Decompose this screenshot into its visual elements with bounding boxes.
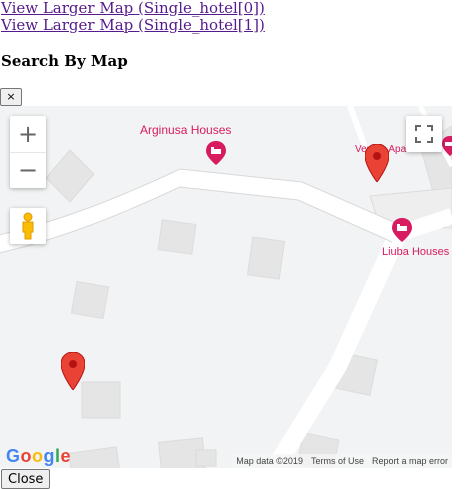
logo-letter: o (20, 446, 33, 466)
logo-letter: e (60, 446, 72, 466)
logo-letter: o (32, 446, 44, 466)
fullscreen-icon (415, 125, 433, 143)
poi-label-arginusa-houses[interactable]: Arginusa Houses (140, 123, 231, 137)
hotel-icon[interactable] (392, 218, 412, 242)
map-attribution: Map data ©2019 Terms of Use Report a map… (232, 454, 452, 468)
report-map-error-link[interactable]: Report a map error (372, 456, 448, 466)
google-map[interactable]: Arginusa Houses Vergos Apa Liuba Houses … (0, 106, 452, 468)
zoom-out-button[interactable]: − (10, 152, 46, 188)
hotel-icon[interactable] (442, 136, 452, 156)
google-logo[interactable]: Google (6, 446, 71, 467)
logo-letter: g (43, 446, 56, 466)
zoom-in-button[interactable]: + (10, 116, 46, 153)
hotel-icon[interactable] (206, 141, 226, 165)
map-marker-icon[interactable] (61, 352, 85, 390)
logo-letter: G (6, 446, 21, 466)
dismiss-button[interactable]: × (0, 88, 22, 106)
zoom-control: + − (10, 116, 46, 188)
map-marker-icon[interactable] (365, 144, 389, 182)
poi-label-liuba-houses[interactable]: Liuba Houses (382, 246, 449, 258)
street-view-pegman-button[interactable] (10, 208, 46, 244)
terms-of-use-link[interactable]: Terms of Use (311, 456, 364, 466)
view-larger-map-link-1[interactable]: View Larger Map (Single_hotel[1]) (1, 17, 265, 34)
search-by-map-heading: Search By Map (1, 52, 128, 70)
close-button[interactable]: Close (1, 469, 51, 489)
fullscreen-button[interactable] (406, 116, 442, 152)
map-links: View Larger Map (Single_hotel[0]) View L… (1, 0, 265, 34)
map-data-text: Map data ©2019 (236, 456, 303, 466)
view-larger-map-link-0[interactable]: View Larger Map (Single_hotel[0]) (1, 0, 265, 17)
pegman-icon (22, 212, 34, 240)
